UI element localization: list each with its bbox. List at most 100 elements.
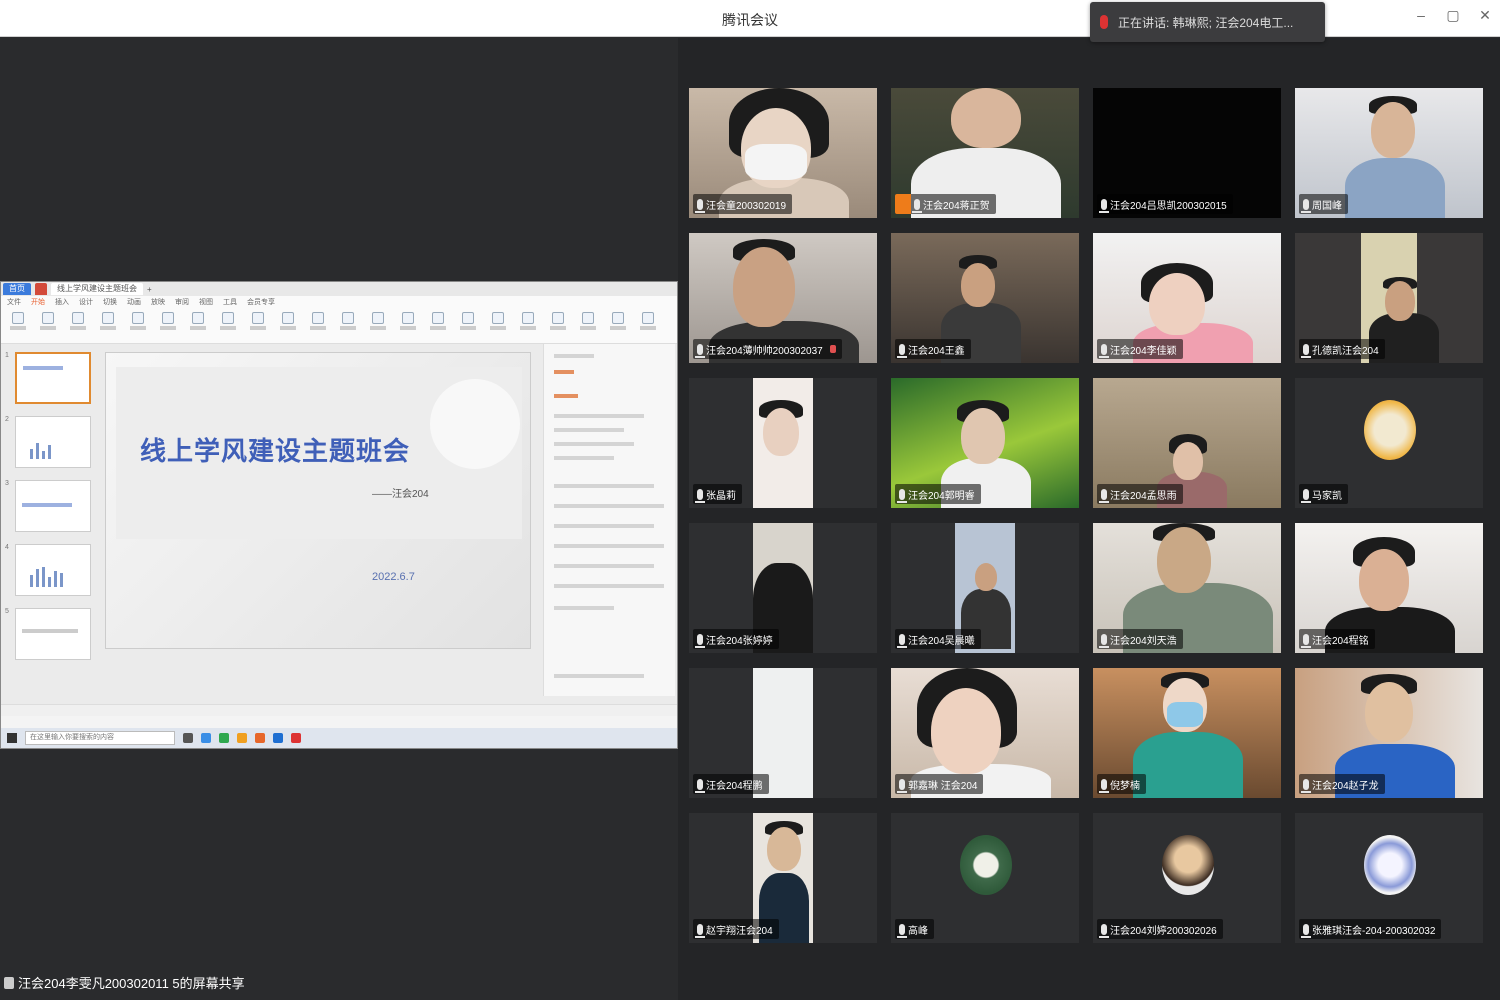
wps-menu-item[interactable]: 文件	[7, 297, 21, 307]
ribbon-tool-icon[interactable]	[519, 312, 537, 336]
participant-name: 汪会204薄帅帅200302037	[706, 345, 823, 357]
ribbon-tool-icon[interactable]	[129, 312, 147, 336]
task-view-icon[interactable]	[183, 733, 193, 743]
ribbon-tool-icon[interactable]	[69, 312, 87, 336]
participant-tile[interactable]: 汪会204孟思雨	[1093, 378, 1281, 508]
ribbon-tool-icon[interactable]	[399, 312, 417, 336]
participant-tile[interactable]: 汪会204吴晨曦	[891, 523, 1079, 653]
property-row	[554, 584, 664, 588]
wps-menu-item[interactable]: 会员专享	[247, 297, 275, 307]
microphone-icon	[1301, 778, 1311, 793]
microphone-icon	[695, 923, 705, 938]
property-row	[554, 456, 614, 460]
ribbon-tool-icon[interactable]	[489, 312, 507, 336]
participant-tile[interactable]: 汪会204程鹏	[689, 668, 877, 798]
ribbon-tool-icon[interactable]	[279, 312, 297, 336]
maximize-icon[interactable]: ▢	[1446, 8, 1460, 22]
meeting-icon[interactable]	[273, 733, 283, 743]
screen-share-caption: 汪会204李雯凡200302011 5的屏幕共享	[4, 973, 245, 992]
ribbon-tool-icon[interactable]	[219, 312, 237, 336]
ribbon-tool-icon[interactable]	[459, 312, 477, 336]
wps-menu-item[interactable]: 审阅	[175, 297, 189, 307]
taskbar-search-input[interactable]: 在这里输入你要搜索的内容	[25, 731, 175, 745]
wps-menu-item[interactable]: 放映	[151, 297, 165, 307]
participant-name: 汪会204刘婷200302026	[1110, 925, 1217, 937]
close-icon[interactable]: ✕	[1478, 8, 1492, 22]
wps-menu-item[interactable]: 开始	[31, 297, 45, 307]
participant-tile[interactable]: 汪会204蒋正贺	[891, 88, 1079, 218]
ribbon-tool-icon[interactable]	[429, 312, 447, 336]
slide-thumbnail[interactable]	[15, 608, 91, 660]
folder-icon[interactable]	[237, 733, 247, 743]
ribbon-tool-icon[interactable]	[159, 312, 177, 336]
ribbon-tool-icon[interactable]	[639, 312, 657, 336]
participant-tile[interactable]: 孔德凯汪会204	[1295, 233, 1483, 363]
participant-tile[interactable]: 汪会204赵子龙	[1295, 668, 1483, 798]
ribbon-tool-icon[interactable]	[369, 312, 387, 336]
participant-name: 汪会204郭明睿	[908, 490, 975, 502]
app-red-icon[interactable]	[291, 733, 301, 743]
ribbon-tool-icon[interactable]	[39, 312, 57, 336]
ribbon-tool-icon[interactable]	[309, 312, 327, 336]
windows-start-icon[interactable]	[7, 733, 17, 743]
participant-tile[interactable]: 汪会204刘天浩	[1093, 523, 1281, 653]
participant-tile[interactable]: 汪会204郭明睿	[891, 378, 1079, 508]
wps-tab-app[interactable]	[35, 283, 47, 295]
edge-icon[interactable]	[201, 733, 211, 743]
participant-tile[interactable]: 张雅琪汪会-204-200302032	[1295, 813, 1483, 943]
slide-thumbnail[interactable]	[15, 480, 91, 532]
wps-menu-item[interactable]: 工具	[223, 297, 237, 307]
ribbon-tool-icon[interactable]	[549, 312, 567, 336]
ribbon-tool-icon[interactable]	[189, 312, 207, 336]
participant-tile[interactable]: 汪会204刘婷200302026	[1093, 813, 1281, 943]
thumb-number: 1	[5, 352, 9, 359]
microphone-icon	[1099, 633, 1109, 648]
participant-tile[interactable]: 汪会204王鑫	[891, 233, 1079, 363]
slide-thumbnail[interactable]	[15, 416, 91, 468]
microphone-icon	[695, 778, 705, 793]
ribbon-tool-icon[interactable]	[609, 312, 627, 336]
participant-tile[interactable]: 赵宇翔汪会204	[689, 813, 877, 943]
microphone-icon	[897, 923, 907, 938]
slide-thumbnail[interactable]	[15, 352, 91, 404]
participant-tile[interactable]: 汪会204张婷婷	[689, 523, 877, 653]
microphone-icon	[897, 343, 907, 358]
ribbon-tool-icon[interactable]	[99, 312, 117, 336]
participant-tile[interactable]: 汪会204吕思凯200302015	[1093, 88, 1281, 218]
minimize-icon[interactable]: –	[1414, 8, 1428, 22]
wps-tab-home[interactable]: 首页	[3, 283, 31, 295]
property-row	[554, 414, 644, 418]
participant-tile[interactable]: 周国峰	[1295, 88, 1483, 218]
participant-name: 张雅琪汪会-204-200302032	[1312, 925, 1436, 937]
participant-name: 赵宇翔汪会204	[706, 925, 773, 937]
wps-tab-add[interactable]: +	[147, 285, 152, 294]
participant-tile[interactable]: 张晶莉	[689, 378, 877, 508]
current-slide[interactable]: 线上学风建设主题班会 ——汪会204 2022.6.7	[105, 352, 531, 649]
wps-icon[interactable]	[255, 733, 265, 743]
ribbon-tool-icon[interactable]	[339, 312, 357, 336]
participant-tile[interactable]: 郭嘉琳 汪会204	[891, 668, 1079, 798]
participant-tile[interactable]: 汪会童200302019	[689, 88, 877, 218]
wps-menu-bar: 文件 开始 插入 设计 切换 动画 放映 审阅 视图 工具 会员专享	[1, 296, 677, 308]
wps-menu-item[interactable]: 视图	[199, 297, 213, 307]
participant-tile[interactable]: 汪会204李佳颖	[1093, 233, 1281, 363]
ribbon-tool-icon[interactable]	[579, 312, 597, 336]
app-icon[interactable]	[219, 733, 229, 743]
wps-menu-item[interactable]: 插入	[55, 297, 69, 307]
slide-thumbnail[interactable]	[15, 544, 91, 596]
wps-tab-document[interactable]: 线上学风建设主题班会	[51, 283, 143, 295]
ribbon-tool-icon[interactable]	[9, 312, 27, 336]
participant-tile[interactable]: 马家凯	[1295, 378, 1483, 508]
participant-name: 郭嘉琳 汪会204	[908, 780, 978, 792]
wps-menu-item[interactable]: 切换	[103, 297, 117, 307]
microphone-icon	[1100, 15, 1108, 29]
participant-tile[interactable]: 汪会204薄帅帅200302037	[689, 233, 877, 363]
wps-menu-item[interactable]: 设计	[79, 297, 93, 307]
ribbon-tool-icon[interactable]	[249, 312, 267, 336]
wps-menu-item[interactable]: 动画	[127, 297, 141, 307]
shared-presentation-window[interactable]: 首页 线上学风建设主题班会 + 文件 开始 插入 设计 切换 动画 放映 审阅 视图 工具 会员专享…	[0, 281, 678, 749]
participant-tile[interactable]: 汪会204程铭	[1295, 523, 1483, 653]
participant-tile[interactable]: 高峰	[891, 813, 1079, 943]
windows-taskbar: 在这里输入你要搜索的内容	[1, 728, 677, 748]
participant-tile[interactable]: 倪梦楠	[1093, 668, 1281, 798]
